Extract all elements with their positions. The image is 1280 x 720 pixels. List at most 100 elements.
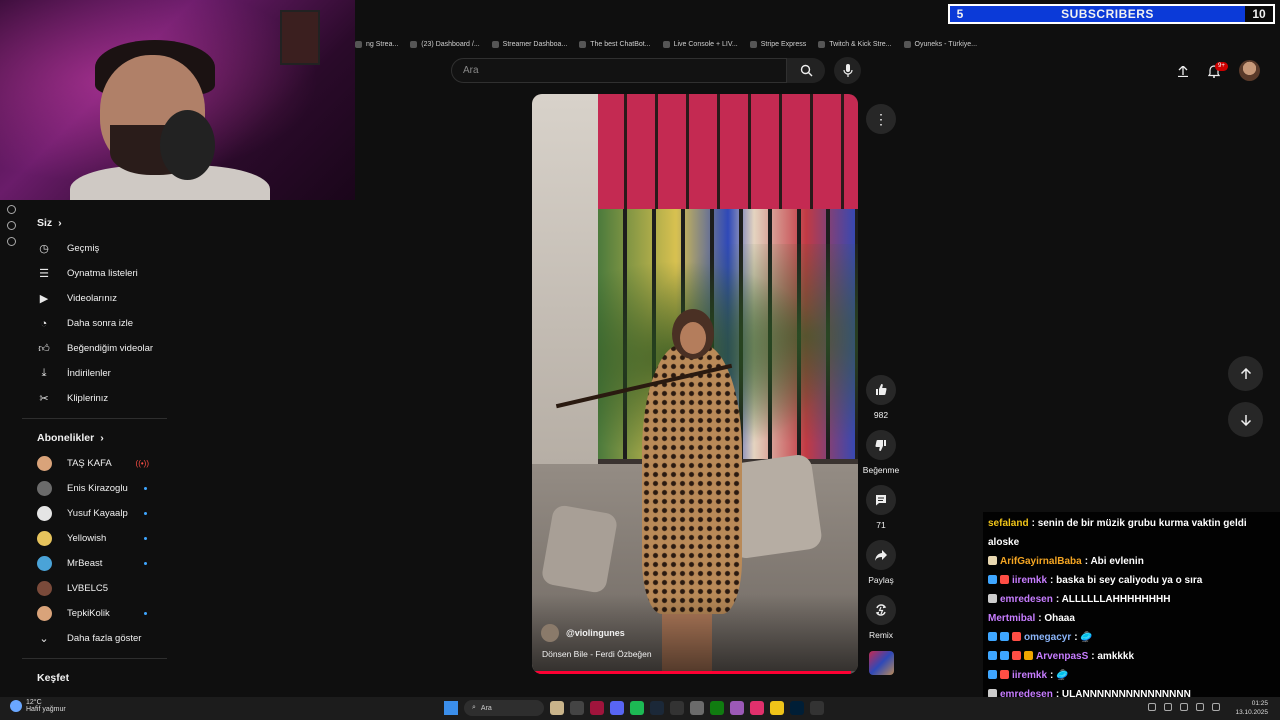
photoshop-icon[interactable] [790,701,804,715]
search-button[interactable] [787,58,825,83]
bookmark-item[interactable]: Streamer Dashboa... [491,40,568,48]
history-rail-icon[interactable] [7,205,16,214]
comments-button[interactable]: 71 [860,485,902,530]
file-explorer-icon[interactable] [770,701,784,715]
bookmark-item[interactable]: Oyuneks - Türkiye... [903,40,977,48]
weather-widget[interactable]: 12°C Hafif yağmur [10,699,66,713]
chat-badge-icon [988,670,997,679]
like-button[interactable]: 982 [860,375,902,420]
sidebar-item-download[interactable]: ⤓ İndirilenler [22,361,167,386]
bookmark-label: Stripe Express [760,40,807,48]
bookmark-label: The best ChatBot... [590,40,651,48]
subscription-item[interactable]: LVBELC5 [22,576,167,601]
show-more-button[interactable]: ⌄ Daha fazla göster [22,626,167,651]
previous-short-button[interactable] [1228,356,1263,391]
dislike-button[interactable]: Beğenme [860,430,902,475]
thumbs-down-icon [875,439,886,451]
bookmark-item[interactable]: Stripe Express [749,40,807,48]
start-button[interactable] [444,701,458,715]
video-progress-bar[interactable] [532,671,858,674]
chat-rail-icon[interactable] [7,221,16,230]
chat-username: ArifGayirnalBaba [1000,556,1082,567]
bookmark-item[interactable]: The best ChatBot... [579,40,651,48]
app-icon[interactable] [690,701,704,715]
subscription-item[interactable]: TAŞ KAFA ((•)) [22,451,167,476]
upload-button[interactable] [1173,60,1193,82]
subscription-item[interactable]: MrBeast [22,551,167,576]
chat-badge-icon [1000,632,1009,641]
divider [22,418,167,419]
short-video-player[interactable]: @violingunes Dönsen Bile - Ferdi Özbeğen [532,94,858,674]
bookmark-label: (23) Dashboard /... [421,40,480,48]
obs-icon[interactable] [810,701,824,715]
more-options-button[interactable]: ⋮ [866,104,896,134]
weather-condition: Hafif yağmur [26,706,66,713]
sidebar-item-label: Geçmiş [67,243,100,254]
sidebar-item-watch-later[interactable]: ◔ Daha sonra izle [22,311,167,336]
chat-username: iiremkk [1012,575,1048,586]
sidebar-item-clips[interactable]: ✂ Kliplerinız [22,386,167,411]
sidebar-item-history[interactable]: ◷ Geçmiş [22,236,167,261]
bookmark-item[interactable]: (23) Dashboard /... [410,40,480,48]
you-section-header[interactable]: Siz › [22,210,167,236]
new-content-dot [144,537,147,540]
share-button[interactable]: Paylaş [860,540,902,585]
bookmark-item[interactable]: Live Console + LIV... [662,40,738,48]
sidebar-item-your-videos[interactable]: ▶ Videolarınız [22,286,167,311]
chat-text: 🥏 [1056,670,1069,681]
app-icon[interactable] [730,701,744,715]
chat-badge-icon [1000,670,1009,679]
bookmark-favicon-icon [903,40,911,48]
epic-games-icon[interactable] [670,701,684,715]
spotify-icon[interactable] [630,701,644,715]
opera-browser-icon[interactable] [590,701,604,715]
sidebar-item-liked-videos[interactable]: 👍︎ Beğendiğim videolar [22,336,167,361]
chat-username: ArvenpasS [1036,651,1089,662]
next-short-button[interactable] [1228,402,1263,437]
steam-icon[interactable] [650,701,664,715]
subscriber-goal: 10 [1245,6,1273,22]
subscription-item[interactable]: TepkiKolik [22,601,167,626]
chat-badge-icon [988,651,997,660]
bookmark-favicon-icon [491,40,499,48]
channel-avatar [37,481,52,496]
audio-source-thumbnail[interactable] [869,651,894,675]
subscription-item[interactable]: Yusuf Kayaalp [22,501,167,526]
subscription-item[interactable]: Enis Kirazoglu [22,476,167,501]
task-view-icon[interactable] [570,701,584,715]
chevron-down-icon: ⌄ [39,633,49,645]
subscriptions-section-header[interactable]: Abonelikler › [22,425,167,451]
chat-text: baska bi sey caliyodu ya o sıra [1056,575,1203,586]
subscription-label: LVBELC5 [67,583,109,594]
comment-icon [876,495,886,506]
bookmark-favicon-icon [579,40,587,48]
bookmark-label: Streamer Dashboa... [502,40,568,48]
subscriber-label: SUBSCRIBERS [1061,7,1154,21]
clock-date: 13.10.2025 [1235,709,1268,716]
thumbs-up-icon [876,384,887,396]
search-input[interactable]: Ara [451,58,787,83]
discord-icon[interactable] [610,701,624,715]
taskbar-search[interactable]: ⌕ Ara [464,700,544,716]
chat-badge-icon [988,594,997,603]
user-avatar[interactable] [1239,60,1260,81]
instagram-icon[interactable] [750,701,764,715]
chat-badge-icon [1012,651,1021,660]
sidebar-item-playlist[interactable]: ☰ Oynatma listeleri [22,261,167,286]
explore-section-header[interactable]: Keşfet [22,665,167,691]
xbox-icon[interactable] [710,701,724,715]
bookmark-item[interactable]: ng Strea... [355,40,398,48]
bookmark-item[interactable]: Twitch & Kick Stre... [818,40,892,48]
subscription-item[interactable]: Yellowish [22,526,167,551]
chat-badge-icon [1000,651,1009,660]
system-tray[interactable] [1148,703,1220,711]
video-song-title[interactable]: Dönsen Bile - Ferdi Özbeğen [542,649,652,659]
voice-search-button[interactable] [834,57,861,84]
settings-rail-icon[interactable] [7,237,16,246]
clock[interactable]: 01:25 13.10.2025 [1235,699,1268,717]
video-channel[interactable]: @violingunes [541,624,625,642]
remix-button[interactable]: Remix [860,595,902,640]
chat-badge-icon [1024,651,1033,660]
sidebar-item-label: Daha sonra izle [67,318,134,329]
widget-app-icon[interactable] [550,701,564,715]
